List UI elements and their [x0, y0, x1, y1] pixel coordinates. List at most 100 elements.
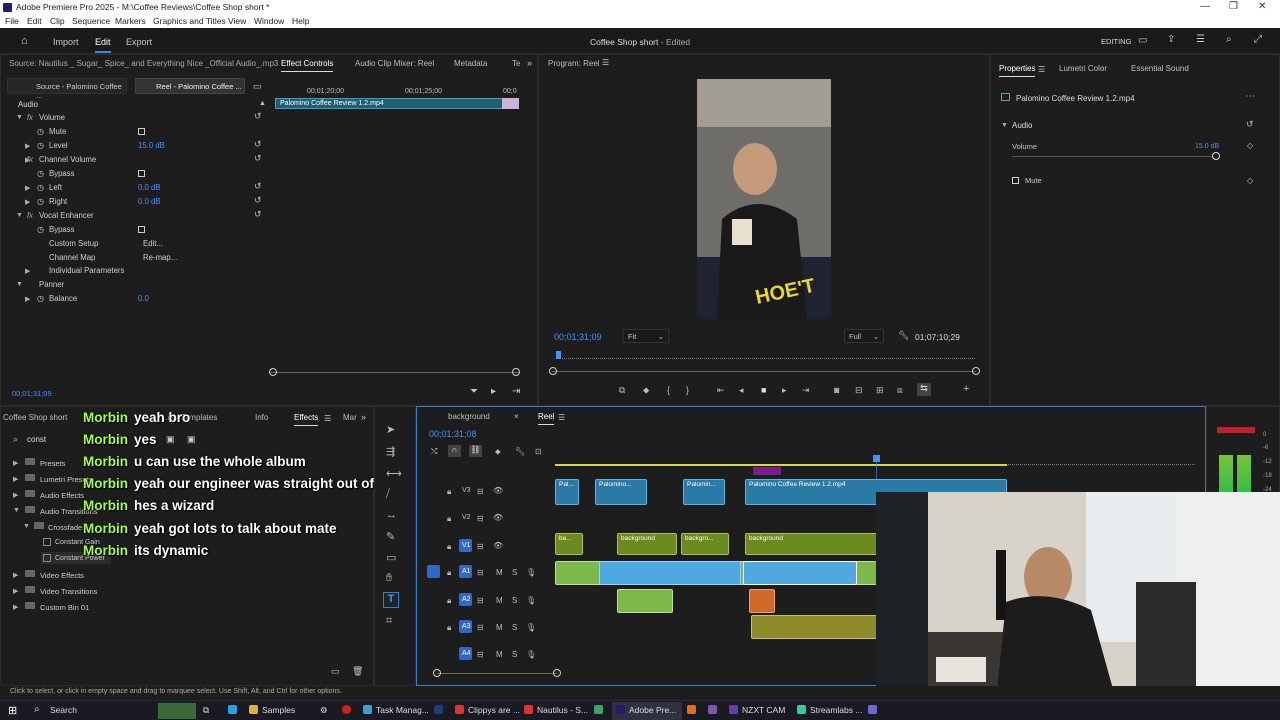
- track-a4-label[interactable]: A4: [462, 650, 471, 657]
- menu-markers[interactable]: Markers: [115, 16, 146, 26]
- volume-slider[interactable]: [1012, 156, 1217, 157]
- settings-wrench-icon[interactable]: 🔧︎: [515, 447, 525, 456]
- mute-track-icon[interactable]: M: [496, 623, 503, 632]
- reset-icon[interactable]: ↺: [1246, 119, 1254, 130]
- track-v1-label[interactable]: V1: [462, 542, 471, 549]
- tab-essential-sound[interactable]: Essential Sound: [1131, 64, 1189, 73]
- slip-tool-icon[interactable]: ↔: [386, 509, 397, 521]
- menu-file[interactable]: File: [5, 16, 19, 26]
- tab-markers[interactable]: Mar: [343, 413, 357, 422]
- lift-icon[interactable]: ⊟: [855, 385, 863, 396]
- mark-in-icon[interactable]: {: [667, 385, 670, 395]
- nest-icon[interactable]: ⤭: [431, 447, 437, 457]
- effect-clip-bar[interactable]: Palomino Coffee Review 1.2.mp4: [275, 98, 519, 109]
- stopwatch-icon[interactable]: ◷: [37, 127, 44, 136]
- sync-lock-icon[interactable]: ⊟: [477, 487, 484, 496]
- chevron-right-icon[interactable]: ▶: [25, 295, 30, 303]
- caption-tool-icon[interactable]: ⌗: [386, 615, 392, 628]
- panel-toggle-icon[interactable]: ▭: [253, 81, 262, 92]
- v1-clip[interactable]: backgro...: [681, 533, 729, 555]
- v3-clip[interactable]: Palomino...: [595, 479, 647, 505]
- reset-icon[interactable]: ↺: [254, 153, 262, 164]
- minimize-icon[interactable]: —: [1200, 1, 1210, 12]
- microphone-icon[interactable]: 🎙︎: [526, 596, 536, 605]
- v1-clip[interactable]: background: [745, 533, 877, 555]
- nav-edit[interactable]: Edit: [95, 37, 111, 53]
- solo-track-icon[interactable]: S: [512, 596, 517, 605]
- track-v3-label[interactable]: V3: [462, 487, 471, 494]
- sync-lock-icon[interactable]: ⊟: [477, 568, 484, 577]
- go-to-in-icon[interactable]: ⇤: [717, 385, 725, 396]
- tree-item-presets[interactable]: Presets: [40, 459, 65, 468]
- step-forward-icon[interactable]: ▸: [782, 385, 787, 396]
- v3-clip[interactable]: Pal...: [555, 479, 579, 505]
- sync-lock-icon[interactable]: ⊟: [477, 542, 484, 551]
- type-tool-icon[interactable]: T: [383, 592, 399, 608]
- tab-effect-controls[interactable]: Effect Controls: [281, 59, 334, 72]
- widgets-icon[interactable]: [158, 703, 196, 719]
- v3-clip[interactable]: Palomin...: [683, 479, 725, 505]
- v1-clip[interactable]: background: [617, 533, 677, 555]
- restore-icon[interactable]: ❐: [1229, 1, 1238, 12]
- level-value[interactable]: 15.0 dB: [138, 141, 165, 150]
- reset-icon[interactable]: ↺: [254, 181, 262, 192]
- track-a2-label[interactable]: A2: [462, 596, 471, 603]
- zoom-handle-left[interactable]: [549, 367, 557, 375]
- chevron-down-icon[interactable]: ▼: [16, 114, 23, 121]
- chevron-right-icon[interactable]: ▶: [13, 603, 18, 611]
- work-area-bar[interactable]: [555, 464, 1007, 466]
- share-icon[interactable]: ⇪: [1167, 34, 1175, 45]
- track-v2-label[interactable]: V2: [462, 514, 471, 521]
- eye-icon[interactable]: 👁︎: [493, 486, 503, 495]
- source-patch-a1[interactable]: [427, 565, 440, 578]
- scroll-up-icon[interactable]: ▲: [259, 100, 266, 107]
- effects-search-input[interactable]: const: [27, 435, 46, 444]
- custom-setup-edit-button[interactable]: Edit...: [143, 239, 163, 248]
- nav-export[interactable]: Export: [126, 37, 152, 47]
- tab-metadata[interactable]: Metadata: [454, 59, 487, 68]
- chevron-right-icon[interactable]: ▶: [25, 142, 30, 150]
- volume-slider-handle[interactable]: [1212, 152, 1220, 160]
- a1-clip-selected[interactable]: [743, 561, 857, 585]
- solo-track-icon[interactable]: S: [512, 623, 517, 632]
- rectangle-tool-icon[interactable]: ▭: [386, 551, 396, 564]
- monitor-ruler[interactable]: [557, 351, 975, 359]
- lock-icon[interactable]: 🔒︎: [447, 487, 451, 497]
- camera-icon[interactable]: ◙: [834, 385, 839, 395]
- taskbar-item-task-manager[interactable]: Task Manag...: [363, 705, 429, 715]
- zoom-handle-right[interactable]: [972, 367, 980, 375]
- taskbar-search[interactable]: Search: [50, 705, 77, 715]
- reset-icon[interactable]: ↺: [254, 195, 262, 206]
- home-icon[interactable]: ⌂: [21, 35, 28, 47]
- filter-icon[interactable]: ⏷: [470, 386, 478, 397]
- track-a1-label[interactable]: A1: [462, 568, 471, 575]
- pen-tool-icon[interactable]: ✎: [386, 530, 395, 543]
- sync-lock-icon[interactable]: ⊟: [477, 596, 484, 605]
- nav-import[interactable]: Import: [53, 37, 79, 47]
- channel-map-remap-button[interactable]: Re-map...: [143, 253, 177, 262]
- mark-out-icon[interactable]: }: [686, 385, 689, 395]
- chevron-right-icon[interactable]: ▶: [13, 491, 18, 499]
- lock-icon[interactable]: 🔒︎: [447, 514, 451, 524]
- source-tab[interactable]: Source: Nautilus _ Sugar_ Spice_ and Eve…: [9, 59, 278, 68]
- more-icon[interactable]: ⋯: [1245, 91, 1255, 102]
- program-timecode[interactable]: 00;01;31;09: [554, 332, 602, 342]
- stopwatch-icon[interactable]: ◷: [37, 225, 44, 234]
- record-icon[interactable]: [342, 705, 355, 715]
- source-clip-tab[interactable]: Source - Palomino Coffee ...: [7, 78, 127, 100]
- balance-value[interactable]: 0.0: [138, 294, 149, 303]
- a2-clip[interactable]: [617, 589, 673, 613]
- ripple-edit-tool-icon[interactable]: ⟷: [386, 467, 402, 480]
- sync-lock-icon[interactable]: ⊟: [477, 623, 484, 632]
- tree-item-audio-effects[interactable]: Audio Effects: [40, 491, 84, 500]
- loop-icon[interactable]: ⇆: [917, 383, 931, 396]
- quality-dropdown[interactable]: Full ⌄: [844, 329, 884, 343]
- scroll-handle-right[interactable]: [512, 368, 520, 376]
- wrench-icon[interactable]: 🔧︎: [898, 330, 909, 341]
- taskbar-item-premiere[interactable]: Adobe Pre...: [616, 705, 676, 715]
- extract-icon[interactable]: ⊞: [876, 385, 884, 396]
- yuv-icon[interactable]: ▣: [187, 434, 196, 445]
- taskbar-item-samples[interactable]: Samples: [249, 705, 295, 715]
- volume-value[interactable]: 15.0 dB: [1195, 143, 1219, 150]
- playhead[interactable]: [556, 351, 561, 359]
